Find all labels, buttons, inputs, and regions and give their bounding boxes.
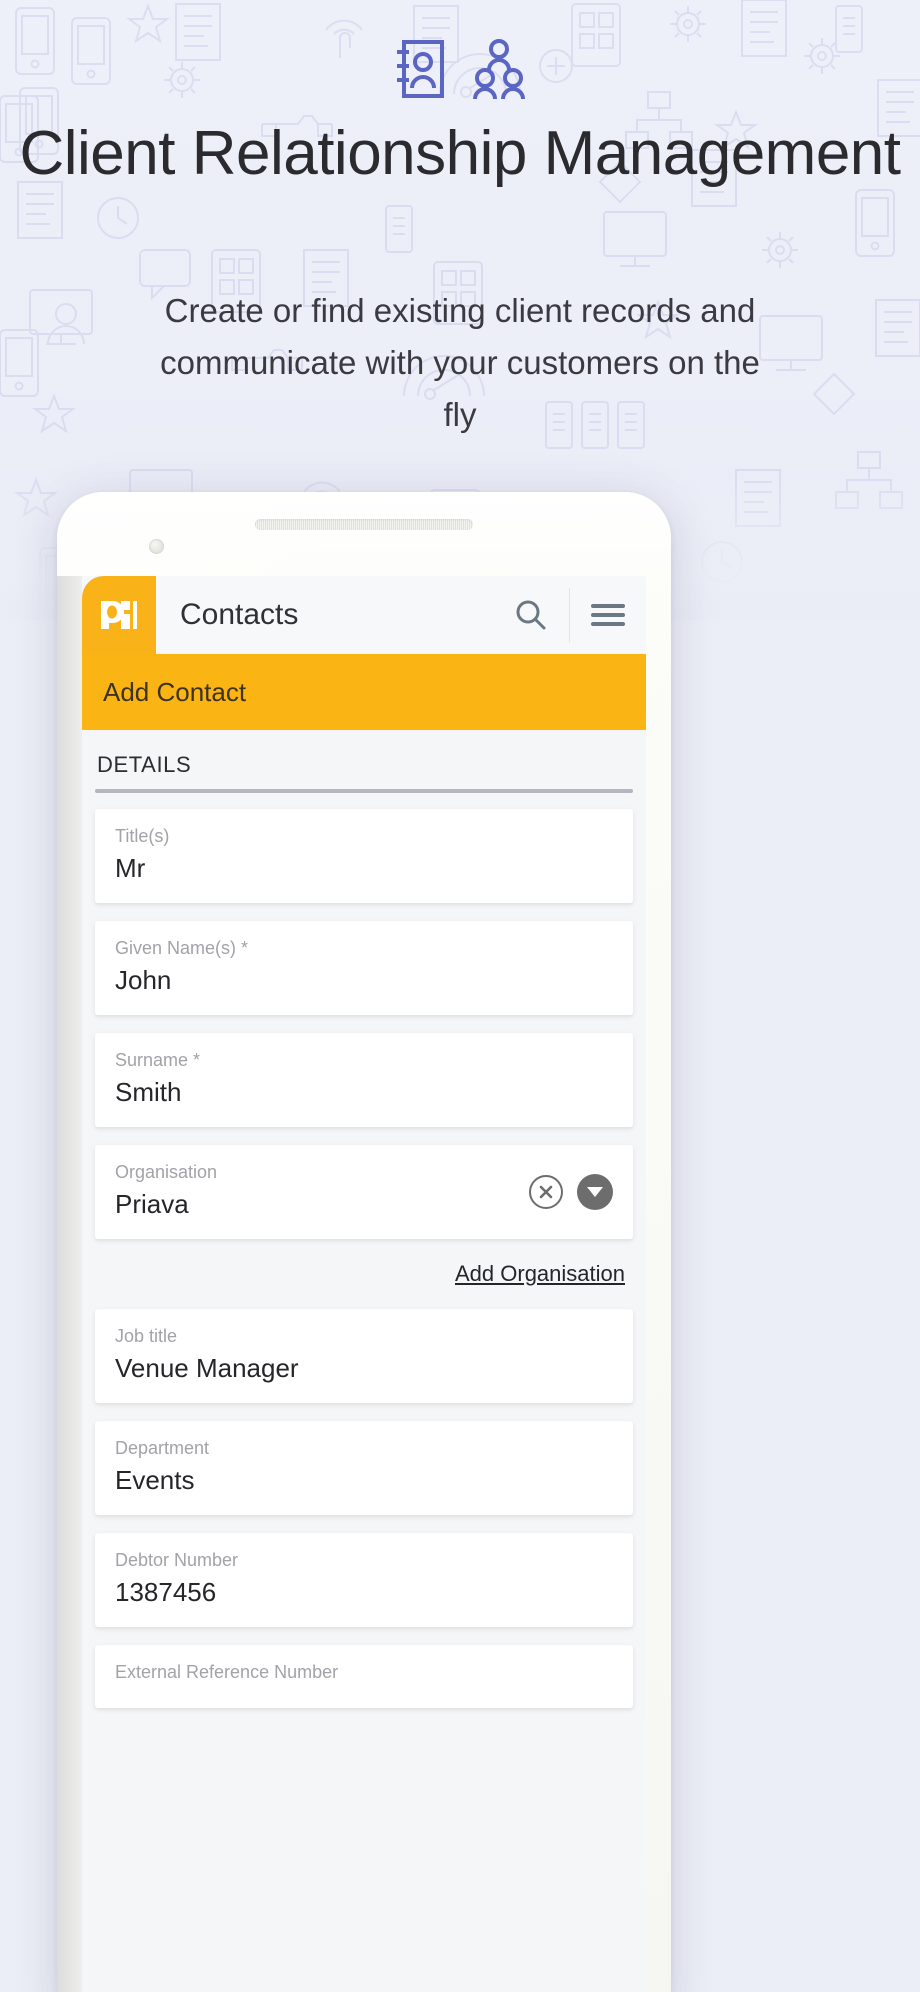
priava-logo-icon (101, 601, 137, 629)
field-organisation[interactable]: Organisation Priava (95, 1145, 633, 1239)
app-logo[interactable] (82, 576, 156, 654)
contact-form: Title(s) Mr Given Name(s) * John Surname… (82, 793, 646, 1708)
field-given-names[interactable]: Given Name(s) * John (95, 921, 633, 1015)
field-label: Department (115, 1438, 210, 1458)
hamburger-menu-icon (591, 604, 625, 626)
add-organisation-link[interactable]: Add Organisation (455, 1261, 625, 1287)
page-title: Client Relationship Management (19, 119, 901, 188)
section-label: DETAILS (97, 752, 192, 777)
field-job-title[interactable]: Job title Venue Manager (95, 1309, 633, 1403)
dropdown-caret-icon (587, 1187, 603, 1197)
field-value: Venue Manager (115, 1353, 299, 1383)
phone-screen: Contacts Add Contact DETAILS Title(s) Mr… (82, 576, 646, 1992)
phone-mockup: Contacts Add Contact DETAILS Title(s) Mr… (57, 492, 671, 1992)
app-title: Contacts (180, 598, 299, 631)
search-icon (516, 600, 546, 630)
phone-front-camera (149, 539, 164, 554)
page-subtitle: Create or find existing client records a… (160, 292, 760, 433)
field-label: Debtor Number (115, 1550, 239, 1570)
search-button[interactable] (493, 576, 569, 654)
organisation-dropdown-button[interactable] (577, 1174, 613, 1210)
app-header: Contacts (82, 576, 646, 654)
add-organisation-row: Add Organisation (95, 1257, 633, 1309)
field-label: Surname * (115, 1050, 201, 1070)
field-department[interactable]: Department Events (95, 1421, 633, 1515)
people-group-icon (473, 39, 525, 100)
clear-organisation-button[interactable] (529, 1175, 563, 1209)
field-external-reference-number[interactable]: External Reference Number (95, 1645, 633, 1708)
menu-button[interactable] (570, 576, 646, 654)
contact-book-icon (397, 40, 444, 98)
organisation-actions (529, 1174, 613, 1210)
page-root: Client Relationship Management Create or… (0, 0, 920, 1992)
field-label: Job title (115, 1326, 178, 1346)
details-section-header: DETAILS (82, 730, 646, 793)
field-value: 1387456 (115, 1577, 217, 1607)
field-surname[interactable]: Surname * Smith (95, 1033, 633, 1127)
field-value: Smith (115, 1077, 182, 1107)
field-label: Title(s) (115, 826, 170, 846)
phone-bezel-left (57, 576, 82, 1992)
field-label: Given Name(s) * (115, 938, 249, 958)
field-value: Mr (115, 853, 146, 883)
field-label: External Reference Number (115, 1662, 339, 1682)
clear-circle-icon (539, 1185, 553, 1199)
add-contact-bar[interactable]: Add Contact (82, 654, 646, 730)
hero-icon-row (0, 38, 920, 100)
field-value: Events (115, 1465, 195, 1495)
field-titles[interactable]: Title(s) Mr (95, 809, 633, 903)
field-value: John (115, 965, 172, 995)
phone-speaker-grille (255, 519, 473, 530)
field-debtor-number[interactable]: Debtor Number 1387456 (95, 1533, 633, 1627)
